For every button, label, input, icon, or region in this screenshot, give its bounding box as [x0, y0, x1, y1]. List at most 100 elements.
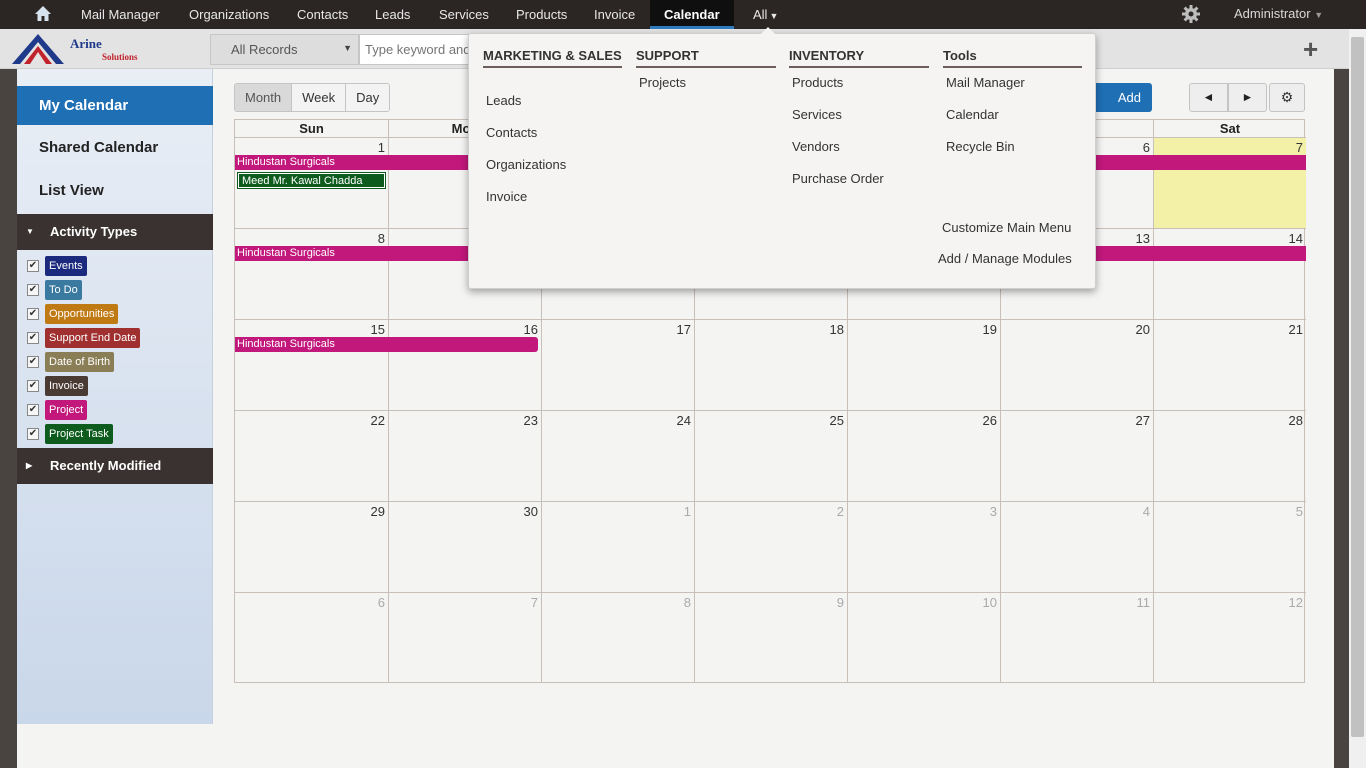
home-icon[interactable] — [33, 4, 53, 24]
day-number[interactable]: 13 — [1136, 231, 1150, 246]
activity-checkbox[interactable]: ✔ — [27, 404, 39, 416]
menu-item[interactable]: Invoice — [486, 189, 527, 204]
menu-item[interactable]: Mail Manager — [946, 75, 1025, 90]
activity-checkbox[interactable]: ✔ — [27, 308, 39, 320]
menu-item[interactable]: Contacts — [486, 125, 537, 140]
menu-item[interactable]: Organizations — [486, 157, 566, 172]
calendar-day-cell[interactable]: 28 — [1153, 410, 1306, 501]
activity-checkbox[interactable]: ✔ — [27, 332, 39, 344]
activity-type-tag[interactable]: Invoice — [45, 376, 88, 396]
calendar-day-cell[interactable]: 1 — [541, 501, 694, 592]
sidebar-item-list-view[interactable]: List View — [17, 171, 213, 210]
calendar-day-cell[interactable]: 15 — [235, 319, 388, 410]
calendar-day-cell[interactable]: 20 — [1000, 319, 1153, 410]
week-view-button[interactable]: Week — [292, 84, 347, 111]
day-number[interactable]: 17 — [677, 322, 691, 337]
activity-checkbox[interactable]: ✔ — [27, 428, 39, 440]
calendar-day-cell[interactable]: 23 — [388, 410, 541, 501]
activity-type-tag[interactable]: Project — [45, 400, 88, 420]
calendar-day-cell[interactable]: 7 — [388, 592, 541, 683]
day-number[interactable]: 23 — [524, 413, 538, 428]
calendar-day-cell[interactable]: 18 — [694, 319, 847, 410]
scrollbar-thumb[interactable] — [1351, 37, 1364, 737]
nav-contacts[interactable]: Contacts — [297, 0, 348, 29]
calendar-day-cell[interactable]: 24 — [541, 410, 694, 501]
nav-mail-manager[interactable]: Mail Manager — [81, 0, 160, 29]
add-manage-modules-link[interactable]: Add / Manage Modules — [938, 251, 1072, 266]
activity-type-tag[interactable]: To Do — [45, 280, 82, 300]
day-number[interactable]: 30 — [524, 504, 538, 519]
day-number[interactable]: 6 — [1143, 140, 1150, 155]
menu-item[interactable]: Vendors — [792, 139, 840, 154]
activity-types-header[interactable]: ▼ Activity Types — [17, 214, 213, 250]
activity-checkbox[interactable]: ✔ — [27, 284, 39, 296]
nav-leads[interactable]: Leads — [375, 0, 410, 29]
calendar-day-cell[interactable]: 6 — [235, 592, 388, 683]
day-number[interactable]: 18 — [830, 322, 844, 337]
calendar-day-cell[interactable]: 27 — [1000, 410, 1153, 501]
activity-checkbox[interactable]: ✔ — [27, 380, 39, 392]
month-view-button[interactable]: Month — [235, 84, 293, 111]
calendar-day-cell[interactable]: 30 — [388, 501, 541, 592]
day-number[interactable]: 20 — [1136, 322, 1150, 337]
calendar-day-cell[interactable]: 5 — [1153, 501, 1306, 592]
calendar-day-cell[interactable]: 7 — [1153, 137, 1306, 228]
day-number[interactable]: 6 — [378, 595, 385, 610]
nav-products[interactable]: Products — [516, 0, 567, 29]
calendar-day-cell[interactable]: 22 — [235, 410, 388, 501]
project-task-event[interactable]: Meed Mr. Kawal Chadda — [237, 172, 386, 189]
calendar-day-cell[interactable]: 8 — [235, 228, 388, 319]
sidebar-item-shared-calendar[interactable]: Shared Calendar — [17, 128, 213, 167]
day-number[interactable]: 21 — [1289, 322, 1303, 337]
day-number[interactable]: 22 — [371, 413, 385, 428]
recently-modified-header[interactable]: ▶ Recently Modified — [17, 448, 213, 484]
calendar-day-cell[interactable]: 12 — [1153, 592, 1306, 683]
day-number[interactable]: 19 — [983, 322, 997, 337]
activity-checkbox[interactable]: ✔ — [27, 260, 39, 272]
day-number[interactable]: 8 — [378, 231, 385, 246]
menu-item[interactable]: Purchase Order — [792, 171, 884, 186]
gear-icon[interactable] — [1181, 4, 1201, 24]
customize-main-menu-link[interactable]: Customize Main Menu — [942, 220, 1071, 235]
day-number[interactable]: 26 — [983, 413, 997, 428]
calendar-day-cell[interactable]: 29 — [235, 501, 388, 592]
day-number[interactable]: 15 — [371, 322, 385, 337]
day-number[interactable]: 3 — [990, 504, 997, 519]
day-number[interactable]: 7 — [1296, 140, 1303, 155]
day-number[interactable]: 16 — [524, 322, 538, 337]
day-view-button[interactable]: Day — [346, 84, 390, 111]
calendar-day-cell[interactable]: 21 — [1153, 319, 1306, 410]
calendar-day-cell[interactable]: 16 — [388, 319, 541, 410]
calendar-day-cell[interactable]: 26 — [847, 410, 1000, 501]
nav-all-menu[interactable]: All ▼ — [753, 0, 778, 29]
day-number[interactable]: 24 — [677, 413, 691, 428]
day-number[interactable]: 1 — [684, 504, 691, 519]
activity-type-tag[interactable]: Support End Date — [45, 328, 141, 348]
day-number[interactable]: 14 — [1289, 231, 1303, 246]
day-number[interactable]: 7 — [531, 595, 538, 610]
calendar-day-cell[interactable]: 9 — [694, 592, 847, 683]
nav-calendar[interactable]: Calendar — [650, 0, 734, 29]
menu-item[interactable]: Leads — [486, 93, 521, 108]
sidebar-item-my-calendar[interactable]: My Calendar — [17, 86, 213, 125]
day-number[interactable]: 29 — [371, 504, 385, 519]
records-filter-select[interactable]: All Records ▼ — [210, 34, 359, 65]
activity-type-tag[interactable]: Events — [45, 256, 87, 276]
next-month-button[interactable]: ► — [1228, 83, 1267, 112]
calendar-day-cell[interactable]: 10 — [847, 592, 1000, 683]
menu-item[interactable]: Recycle Bin — [946, 139, 1015, 154]
activity-checkbox[interactable]: ✔ — [27, 356, 39, 368]
activity-type-tag[interactable]: Opportunities — [45, 304, 119, 324]
menu-item[interactable]: Products — [792, 75, 843, 90]
day-number[interactable]: 27 — [1136, 413, 1150, 428]
day-number[interactable]: 9 — [837, 595, 844, 610]
calendar-day-cell[interactable]: 25 — [694, 410, 847, 501]
calendar-day-cell[interactable]: 11 — [1000, 592, 1153, 683]
calendar-day-cell[interactable]: 3 — [847, 501, 1000, 592]
calendar-settings-gear-icon[interactable]: ⚙ — [1269, 83, 1305, 112]
menu-item[interactable]: Projects — [639, 75, 686, 90]
day-number[interactable]: 4 — [1143, 504, 1150, 519]
menu-item[interactable]: Services — [792, 107, 842, 122]
calendar-day-cell[interactable]: 2 — [694, 501, 847, 592]
day-number[interactable]: 25 — [830, 413, 844, 428]
